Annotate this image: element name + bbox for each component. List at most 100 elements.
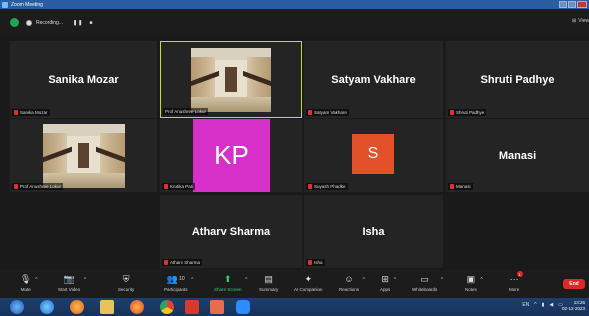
meeting-controls-toolbar: 🎙 Mute ^ 📷 Start Video ^ ⛨ Security 👥 10 …	[0, 270, 589, 298]
muted-mic-icon	[14, 184, 18, 189]
minimize-button[interactable]	[559, 1, 567, 8]
participant-name-tag: Krutika Pati	[162, 183, 196, 190]
participant-tile[interactable]: Prof Anushree Lokur	[10, 119, 157, 192]
grid-icon: ⊞	[572, 18, 577, 24]
title-bar: Zoom Meeting	[0, 0, 589, 9]
participant-display-name: Manasi	[498, 149, 537, 162]
participant-tile[interactable]: Sanika Mozar Sanika Mozar	[10, 41, 157, 118]
participant-display-name: Shruti Padhye	[480, 73, 555, 86]
muted-mic-icon	[308, 260, 312, 265]
participant-avatar: S	[352, 134, 394, 174]
participants-button[interactable]: 👥 10 Participants ^	[164, 273, 194, 293]
clock-date: 02-12-2023	[561, 306, 585, 311]
system-tray: EN ^ ▮ ◀ ▭	[522, 302, 563, 308]
firefox-icon[interactable]	[130, 300, 144, 314]
participant-avatar: KP	[193, 119, 270, 192]
chevron-up-icon[interactable]: ^	[534, 302, 536, 308]
participant-name-tag: Sanika Mozar	[12, 109, 50, 116]
record-dot-icon	[26, 19, 32, 26]
end-meeting-button[interactable]: End	[563, 279, 585, 289]
start-button-icon[interactable]	[10, 300, 24, 314]
participant-tile[interactable]: Manasi Manasi	[446, 119, 589, 192]
participant-count: 10	[179, 276, 185, 282]
participant-display-name: Sanika Mozar	[48, 73, 119, 86]
maximize-button[interactable]	[568, 1, 576, 8]
security-shield-icon[interactable]	[10, 18, 19, 27]
whiteboard-icon: ▭	[420, 273, 429, 284]
zoom-app-icon	[2, 1, 8, 8]
stop-recording-button[interactable]: ■	[89, 20, 93, 26]
chevron-up-icon[interactable]: ^	[35, 277, 37, 283]
security-button[interactable]: ⛨ Security	[118, 273, 134, 293]
participant-tile[interactable]: S Suyash Phadke	[304, 119, 443, 192]
participant-name-tag: Satyam Vakhare	[306, 109, 349, 116]
network-icon[interactable]: ▮	[542, 302, 545, 308]
ie-browser-icon[interactable]	[40, 300, 54, 314]
chevron-up-icon[interactable]: ^	[245, 277, 247, 283]
pause-recording-button[interactable]: ❚❚	[73, 20, 83, 26]
chevron-up-icon[interactable]: ^	[191, 277, 193, 283]
more-button[interactable]: ··· 1 More	[509, 271, 523, 292]
muted-mic-icon	[308, 110, 312, 115]
ai-companion-button[interactable]: ✦ AI Companion	[294, 273, 323, 293]
chevron-up-icon[interactable]: ^	[84, 277, 86, 283]
window-title: Zoom Meeting	[11, 1, 43, 8]
whiteboards-button[interactable]: ▭ Whiteboards ^	[412, 273, 443, 293]
meeting-top-bar: Recording... ❚❚ ■ ⊞ View	[0, 9, 589, 35]
view-label: View	[578, 18, 589, 24]
share-screen-icon: ⬆	[223, 273, 232, 284]
participant-display-name: Satyam Vakhare	[331, 73, 416, 86]
participant-tile[interactable]: Atharv Sharma Atharv Sharma	[160, 195, 302, 268]
participants-icon: 👥 10	[166, 273, 185, 284]
participant-video	[191, 47, 271, 112]
taskbar-clock[interactable]: 13:26 02-12-2023	[562, 300, 585, 312]
start-video-button[interactable]: 📷 Start Video ^	[58, 273, 86, 293]
muted-mic-icon	[450, 184, 454, 189]
participant-display-name: Atharv Sharma	[191, 225, 271, 238]
muted-mic-icon	[14, 110, 18, 115]
apps-button[interactable]: ⊞ Apps ^	[380, 273, 396, 293]
participant-tile-active-speaker[interactable]: Prof Anushree Lokur	[160, 41, 302, 118]
chrome-icon[interactable]	[160, 300, 174, 314]
muted-mic-icon	[164, 260, 168, 265]
media-player-icon[interactable]	[70, 300, 84, 314]
participant-tile[interactable]: KP Krutika Pati	[160, 119, 302, 192]
reactions-button[interactable]: ☺ Reactions ^	[339, 273, 365, 292]
participant-name-tag: Isha	[306, 259, 325, 266]
participant-name-tag: Suyash Phadke	[306, 183, 348, 190]
windows-taskbar: EN ^ ▮ ◀ ▭ 13:26 02-12-2023	[0, 298, 589, 316]
share-screen-button[interactable]: ⬆ Share Screen ^	[214, 273, 248, 293]
participant-name-tag: Prof Anushree Lokur	[163, 108, 209, 115]
participant-display-name: Isha	[362, 225, 385, 238]
recording-label: Recording...	[36, 19, 63, 26]
muted-mic-icon	[308, 184, 312, 189]
zoom-window: Zoom Meeting Recording... ❚❚ ■ ⊞ View Sa…	[0, 0, 589, 316]
volume-icon[interactable]: ◀	[549, 302, 553, 308]
pdf-reader-icon[interactable]	[185, 300, 199, 314]
ellipsis-icon: ··· 1	[509, 271, 523, 284]
zoom-taskbar-icon[interactable]	[236, 300, 250, 314]
summary-button[interactable]: ▤ Summary	[259, 273, 278, 293]
chevron-up-icon[interactable]: ^	[394, 277, 396, 283]
participant-tile[interactable]: Isha Isha	[304, 195, 443, 268]
photos-icon[interactable]	[210, 300, 224, 314]
notes-button[interactable]: ▣ Notes ^	[465, 273, 483, 293]
participant-name-tag: Prof Anushree Lokur	[12, 183, 64, 190]
participant-tile[interactable]: Shruti Padhye Shruti Padhye	[446, 41, 589, 118]
chevron-up-icon[interactable]: ^	[363, 277, 365, 283]
participant-video	[42, 123, 125, 188]
file-explorer-icon[interactable]	[100, 300, 114, 314]
participant-tile[interactable]: Satyam Vakhare Satyam Vakhare	[304, 41, 443, 118]
participant-name-tag: Manasi	[448, 183, 473, 190]
chevron-up-icon[interactable]: ^	[441, 277, 443, 283]
language-indicator[interactable]: EN	[522, 302, 529, 308]
ai-sparkle-icon: ✦	[304, 273, 313, 284]
mute-button[interactable]: 🎙 Mute ^	[20, 273, 37, 293]
apps-icon: ⊞	[381, 273, 389, 284]
participant-name-tag: Atharv Sharma	[162, 259, 203, 266]
close-button[interactable]	[577, 1, 587, 8]
notes-icon: ▣	[466, 273, 476, 284]
chevron-up-icon[interactable]: ^	[480, 277, 482, 283]
view-button[interactable]: ⊞ View	[572, 18, 589, 24]
smiley-icon: ☺	[344, 274, 354, 284]
